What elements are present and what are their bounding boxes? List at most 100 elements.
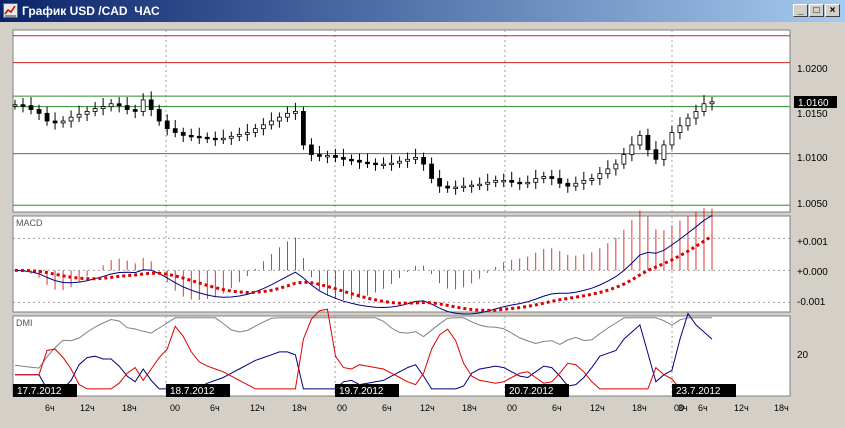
candle-body — [413, 156, 418, 160]
hour-label: 12ч — [590, 403, 605, 413]
candle-body — [709, 101, 715, 105]
candle-body — [36, 109, 42, 114]
chart-area: 1.0200 1.0150 1.0100 1.0050 1.0160 MACD … — [0, 22, 845, 423]
candle-body — [244, 132, 250, 135]
hour-label: 12ч — [250, 403, 265, 413]
candle-body — [445, 185, 451, 189]
candle-body — [108, 103, 114, 108]
hour-label: 18ч — [774, 403, 789, 413]
candle-body — [389, 162, 394, 166]
chart-canvas: 1.0200 1.0150 1.0100 1.0050 1.0160 MACD … — [12, 29, 837, 413]
candle-body — [517, 181, 523, 185]
candle-body — [421, 156, 426, 165]
candle-body — [357, 159, 362, 163]
date-label: 23.7.2012 — [676, 386, 721, 397]
close-button[interactable]: × — [825, 4, 840, 17]
hour-label: 3ч — [678, 403, 688, 413]
candle-body — [589, 178, 595, 181]
chart-app-icon — [3, 3, 18, 18]
hour-axis: 6ч 12ч 18ч 00 6ч 12ч 18ч 00 6ч 12ч 18ч 0… — [45, 403, 789, 413]
candle-body — [397, 160, 402, 164]
candle-body — [605, 168, 611, 175]
candle-body — [549, 176, 555, 179]
candle-body — [140, 99, 146, 112]
candle-body — [325, 155, 330, 158]
date-label: 19.7.2012 — [339, 386, 384, 397]
candle-body — [493, 179, 499, 183]
candle-body — [333, 155, 338, 158]
hour-label: 12ч — [80, 403, 95, 413]
candle-body — [533, 178, 539, 183]
candle-body — [637, 134, 643, 146]
hour-label: 18ч — [632, 403, 647, 413]
candle-body — [164, 120, 170, 130]
candle-body — [557, 178, 563, 184]
candle-body — [613, 163, 619, 170]
macd-label: MACD — [16, 218, 43, 228]
candle-body — [381, 163, 386, 167]
candle-body — [453, 186, 459, 189]
candle-body — [228, 135, 234, 139]
candle-body — [284, 112, 290, 118]
candle-body — [156, 109, 162, 122]
candle-body — [405, 158, 410, 162]
candle-body — [276, 116, 282, 122]
candle-body — [28, 105, 34, 110]
candle-body — [485, 181, 491, 185]
candle-body — [212, 137, 218, 141]
candle-body — [693, 111, 699, 119]
candle-body — [60, 120, 66, 124]
candle-body — [148, 99, 154, 110]
hour-label: 18ч — [292, 403, 307, 413]
candle-body — [236, 134, 242, 137]
hour-label: 6ч — [210, 403, 220, 413]
candle-body — [629, 144, 635, 155]
current-price-label: 1.0160 — [798, 98, 829, 109]
window-title: График USD /CAD ЧАС — [22, 4, 160, 18]
window-titlebar[interactable]: График USD /CAD ЧАС _ □ × — [0, 0, 845, 22]
candle-body — [12, 104, 18, 107]
candle-body — [349, 158, 354, 162]
hour-label: 12ч — [734, 403, 749, 413]
hour-label: 00 — [337, 403, 347, 413]
candle-body — [301, 111, 306, 146]
date-label: 17.7.2012 — [17, 386, 62, 397]
candle-body — [621, 154, 627, 165]
macd-tick-label: -0.001 — [797, 297, 826, 308]
dmi-tick-label: 20 — [797, 350, 809, 361]
candle-body — [565, 182, 571, 187]
candle-body — [373, 162, 378, 166]
candle-body — [477, 183, 483, 187]
candle-body — [701, 103, 707, 112]
candle-body — [252, 128, 258, 133]
hour-label: 00 — [507, 403, 517, 413]
macd-tick-label: +0.001 — [797, 237, 828, 248]
candle-body — [317, 154, 322, 157]
candle-body — [661, 144, 667, 160]
candle-body — [341, 156, 346, 160]
price-tick-label: 1.0050 — [797, 199, 828, 210]
hour-label: 6ч — [45, 403, 55, 413]
candle-body — [124, 105, 130, 110]
hour-label: 00 — [170, 403, 180, 413]
hour-label: 12ч — [420, 403, 435, 413]
maximize-button[interactable]: □ — [809, 4, 824, 17]
candle-body — [653, 149, 659, 160]
candle-body — [220, 137, 226, 141]
candle-body — [116, 103, 122, 107]
candle-body — [309, 144, 314, 155]
hour-label: 18ч — [462, 403, 477, 413]
candle-body — [469, 184, 475, 188]
candle-body — [365, 161, 370, 165]
candle-body — [573, 182, 579, 187]
date-label: 20.7.2012 — [509, 386, 554, 397]
hour-label: 6ч — [698, 403, 708, 413]
candle-body — [501, 179, 507, 183]
candle-body — [204, 136, 210, 140]
minimize-button[interactable]: _ — [793, 4, 808, 17]
candle-body — [525, 181, 531, 185]
price-tick-label: 1.0150 — [797, 109, 828, 120]
candle-body — [260, 124, 266, 130]
date-label: 18.7.2012 — [170, 386, 215, 397]
candle-body — [293, 111, 298, 114]
